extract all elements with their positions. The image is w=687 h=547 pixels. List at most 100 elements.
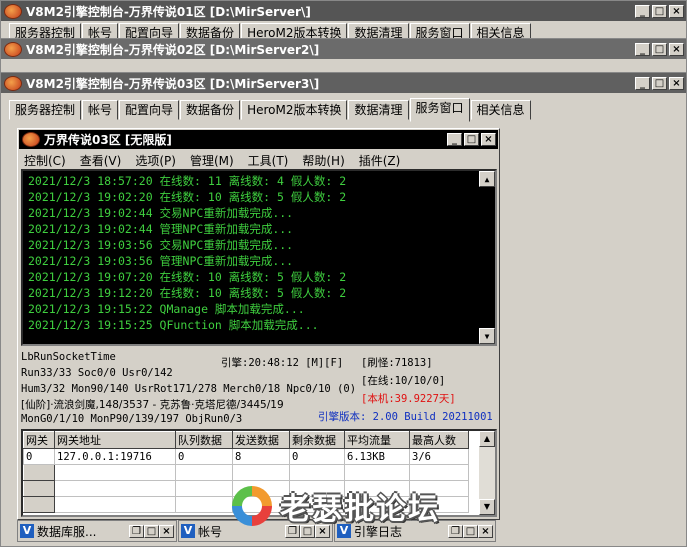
close-icon[interactable]: × [669, 4, 684, 18]
col-gateway[interactable]: 网关 [23, 431, 55, 449]
col-max-users[interactable]: 最高人数 [409, 431, 469, 449]
server-inner-window: 万界传说03区 [无限版] _ □ × 控制(C) 查看(V) 选项(P) 管理(M… [17, 128, 500, 520]
table-row[interactable] [23, 464, 469, 481]
cell-send: 8 [232, 448, 290, 465]
socket-time-label: LbRunSocketTime [21, 351, 116, 363]
tab-config-wizard[interactable]: 配置向导 [119, 100, 180, 120]
engine-version: 引擎版本: 2.00 Build 20211001 [318, 411, 493, 423]
col-gateway-address[interactable]: 网关地址 [54, 431, 176, 449]
maximize-icon[interactable]: □ [464, 133, 479, 146]
forum-watermark: 老瑟批论坛 [228, 482, 440, 530]
log-scrollbar[interactable]: ▲ ▼ [479, 171, 495, 344]
minimize-icon[interactable]: _ [635, 76, 650, 90]
col-queue-data[interactable]: 队列数据 [175, 431, 233, 449]
app-icon [22, 132, 40, 147]
scroll-down-icon[interactable]: ▼ [479, 499, 495, 515]
inner-title: 万界传说03区 [无限版] [44, 133, 172, 147]
grid-scrollbar[interactable]: ▲ ▼ [479, 431, 495, 515]
v-app-icon: V [181, 524, 195, 538]
scroll-up-icon[interactable]: ▲ [479, 431, 495, 447]
app-icon [4, 41, 22, 57]
tab-version-convert[interactable]: HeroM2版本转换 [241, 100, 348, 120]
window-01-titlebar[interactable]: V8M2引擎控制台-万界传说01区 [D:\MirServer\] _ □ × [1, 1, 686, 21]
tab-account[interactable]: 帐号 [82, 100, 119, 120]
window-02-titlebar[interactable]: V8M2引擎控制台-万界传说02区 [D:\MirServer2\] _ □ × [1, 39, 686, 59]
inner-titlebar[interactable]: 万界传说03区 [无限版] _ □ × [19, 130, 498, 149]
refresh-count: [刷怪:71813] [361, 357, 433, 369]
log-line: 2021/12/3 19:02:44 管理NPC重新加载完成... [28, 222, 294, 236]
menu-manage[interactable]: 管理(M) [188, 152, 236, 169]
minimize-icon[interactable]: _ [447, 133, 462, 146]
table-row[interactable]: 0 127.0.0.1:19716 0 8 0 6.13KB 3/6 [23, 448, 469, 465]
v-app-icon: V [20, 524, 34, 538]
log-line: 2021/12/3 19:02:20 在线数: 10 离线数: 5 假人数: 2 [28, 190, 347, 204]
window-03-tabs: 服务器控制 帐号 配置向导 数据备份 HeroM2版本转换 数据清理 服务窗口 … [9, 98, 532, 122]
console-window-02: V8M2引擎控制台-万界传说02区 [D:\MirServer2\] _ □ × [0, 38, 687, 74]
log-line: 2021/12/3 19:02:44 交易NPC重新加载完成... [28, 206, 294, 220]
minimized-db-server[interactable]: V 数据库服... ❐ □ × [17, 520, 177, 542]
close-icon[interactable]: × [159, 524, 174, 538]
cell-remaining: 0 [289, 448, 345, 465]
log-line: 2021/12/3 19:03:56 管理NPC重新加载完成... [28, 254, 294, 268]
tab-info[interactable]: 相关信息 [470, 100, 531, 120]
menu-options[interactable]: 选项(P) [133, 152, 178, 169]
close-icon[interactable]: × [478, 524, 493, 538]
run-stats: Run33/33 Soc0/0 Usr0/142 [21, 367, 173, 379]
log-line: 2021/12/3 18:57:20 在线数: 11 离线数: 4 假人数: 2 [28, 174, 347, 188]
tab-service-window[interactable]: 服务窗口 [409, 98, 470, 122]
mon-stats: MonG0/1/10 MonP90/139/197 ObjRun0/3 [21, 413, 243, 425]
app-icon [4, 75, 22, 91]
minimize-icon[interactable]: _ [635, 4, 650, 18]
log-line: 2021/12/3 19:07:20 在线数: 10 离线数: 5 假人数: 2 [28, 270, 347, 284]
window-01-title: V8M2引擎控制台-万界传说01区 [D:\MirServer\] [26, 4, 311, 19]
tab-backup[interactable]: 数据备份 [180, 100, 241, 120]
maximize-icon[interactable]: □ [652, 42, 667, 56]
cell-gateway: 0 [23, 448, 55, 465]
maximize-icon[interactable]: □ [652, 4, 667, 18]
inner-menubar: 控制(C) 查看(V) 选项(P) 管理(M) 工具(T) 帮助(H) 插件(Z… [18, 150, 499, 170]
window-03-title: V8M2引擎控制台-万界传说03区 [D:\MirServer3\] [26, 76, 320, 91]
menu-help[interactable]: 帮助(H) [300, 152, 346, 169]
col-avg-traffic[interactable]: 平均流量 [344, 431, 410, 449]
col-remaining-data[interactable]: 剩余数据 [289, 431, 345, 449]
table-header-row: 网关 网关地址 队列数据 发送数据 剩余数据 平均流量 最高人数 [23, 431, 469, 449]
maximize-icon[interactable]: □ [144, 524, 159, 538]
close-icon[interactable]: × [669, 42, 684, 56]
machine-uptime: [本机:39.9227天] [361, 393, 456, 405]
restore-icon[interactable]: ❐ [129, 524, 144, 538]
window-02-title: V8M2引擎控制台-万界传说02区 [D:\MirServer2\] [26, 42, 320, 57]
tab-server-control[interactable]: 服务器控制 [9, 100, 82, 120]
watermark-text: 老瑟批论坛 [280, 492, 440, 527]
tab-cleanup[interactable]: 数据清理 [348, 100, 409, 120]
scroll-up-icon[interactable]: ▲ [479, 171, 495, 187]
menu-view[interactable]: 查看(V) [78, 152, 124, 169]
cell-max-users: 3/6 [409, 448, 469, 465]
minimize-icon[interactable]: _ [635, 42, 650, 56]
scroll-down-icon[interactable]: ▼ [479, 328, 495, 344]
menu-tools[interactable]: 工具(T) [246, 152, 291, 169]
log-line: 2021/12/3 19:03:56 交易NPC重新加载完成... [28, 238, 294, 252]
cell-avg-traffic: 6.13KB [344, 448, 410, 465]
menu-plugins[interactable]: 插件(Z) [357, 152, 403, 169]
restore-icon[interactable]: ❐ [448, 524, 463, 538]
close-icon[interactable]: × [669, 76, 684, 90]
window-03-titlebar[interactable]: V8M2引擎控制台-万界传说03区 [D:\MirServer3\] _ □ × [1, 73, 686, 93]
app-icon [4, 3, 22, 19]
col-send-data[interactable]: 发送数据 [232, 431, 290, 449]
online-count: [在线:10/10/0] [361, 375, 446, 387]
menu-control[interactable]: 控制(C) [22, 152, 68, 169]
cell-queue: 0 [175, 448, 233, 465]
maximize-icon[interactable]: □ [652, 76, 667, 90]
maximize-icon[interactable]: □ [463, 524, 478, 538]
log-line: 2021/12/3 19:15:22 QManage 脚本加载完成... [28, 302, 305, 316]
location-info: [仙阶]·流浪剑魔,148/3537 - 克苏鲁·克塔尼德/3445/19 [21, 399, 284, 411]
minimized-label: 数据库服... [37, 524, 97, 539]
log-line: 2021/12/3 19:12:20 在线数: 10 离线数: 5 假人数: 2 [28, 286, 347, 300]
log-panel[interactable]: 2021/12/3 18:57:20 在线数: 11 离线数: 4 假人数: 2… [21, 169, 497, 346]
engine-time: 引擎:20:48:12 [M][F] [221, 357, 344, 369]
log-line: 2021/12/3 19:15:25 QFunction 脚本加载完成... [28, 318, 319, 332]
close-icon[interactable]: × [481, 133, 496, 146]
watermark-logo-icon [228, 482, 276, 530]
console-window-01: V8M2引擎控制台-万界传说01区 [D:\MirServer\] _ □ × 服务… [0, 0, 687, 43]
cell-address: 127.0.0.1:19716 [54, 448, 176, 465]
